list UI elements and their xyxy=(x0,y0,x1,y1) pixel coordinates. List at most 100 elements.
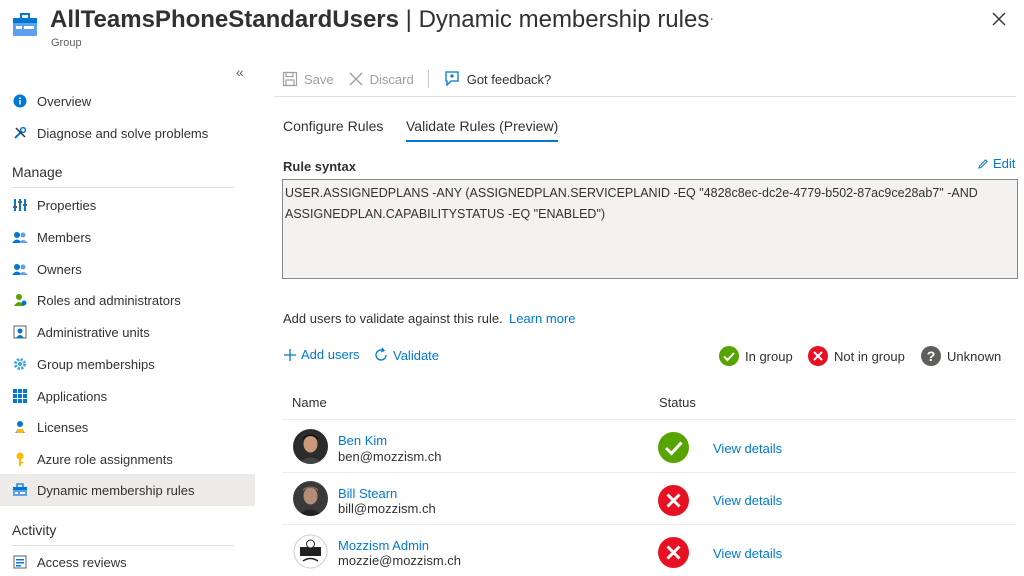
tab-configure-rules[interactable]: Configure Rules xyxy=(283,118,383,134)
save-label: Save xyxy=(304,71,334,87)
edit-label: Edit xyxy=(993,156,1016,171)
sidebar-item-dynamic-rules[interactable]: Dynamic membership rules xyxy=(0,474,255,506)
pencil-icon xyxy=(978,158,988,169)
page-title: AllTeamsPhoneStandardUsers | Dynamic mem… xyxy=(50,6,710,33)
legend-in-group: In group xyxy=(719,346,793,366)
sidebar-item-label: Azure role assignments xyxy=(37,451,173,467)
more-options-button[interactable]: ··· xyxy=(698,10,715,26)
view-details-link[interactable]: View details xyxy=(713,441,782,456)
sidebar-item-label: Administrative units xyxy=(37,324,150,340)
refresh-icon xyxy=(375,347,387,361)
feedback-button[interactable]: Got feedback? xyxy=(443,70,552,88)
toolbar-divider xyxy=(274,96,1016,97)
sidebar-item-applications[interactable]: Applications xyxy=(0,380,255,412)
check-circle-icon xyxy=(658,432,689,463)
check-circle-icon xyxy=(719,346,739,366)
admin-units-icon xyxy=(12,324,28,340)
column-header-name[interactable]: Name xyxy=(292,395,327,410)
sidebar-item-overview[interactable]: Overview xyxy=(0,85,255,117)
sidebar-item-diagnose[interactable]: Diagnose and solve problems xyxy=(0,117,255,149)
wrench-icon xyxy=(12,125,28,141)
licenses-icon xyxy=(12,419,28,435)
user-name-link[interactable]: Bill Stearn xyxy=(338,486,397,501)
sidebar-item-label: Licenses xyxy=(37,419,89,435)
svg-text:?: ? xyxy=(927,348,936,364)
add-users-label: Add users xyxy=(301,347,360,362)
roles-icon xyxy=(12,292,28,308)
close-icon[interactable] xyxy=(990,10,1008,28)
discard-icon xyxy=(349,72,363,86)
rule-syntax-label: Rule syntax xyxy=(283,159,356,174)
save-icon xyxy=(282,71,298,87)
toolbar: Save Discard Got feedback? xyxy=(282,66,565,92)
user-email: mozzie@mozzism.ch xyxy=(338,553,461,568)
sidebar-item-azure-roles[interactable]: Azure role assignments xyxy=(0,443,255,475)
view-details-link[interactable]: View details xyxy=(713,546,782,561)
divider xyxy=(12,187,234,188)
manage-heading: Manage xyxy=(12,164,63,180)
sidebar-item-admin-units[interactable]: Administrative units xyxy=(0,316,255,348)
add-users-button[interactable]: Add users xyxy=(283,347,360,362)
activity-heading: Activity xyxy=(12,522,57,538)
column-header-status[interactable]: Status xyxy=(659,395,696,410)
rule-syntax-line: USER.ASSIGNEDPLANS -ANY (ASSIGNEDPLAN.SE… xyxy=(285,186,978,200)
sidebar-item-label: Access reviews xyxy=(37,554,127,570)
plus-icon xyxy=(284,348,296,361)
validate-button[interactable]: Validate xyxy=(373,347,439,363)
key-icon xyxy=(12,451,28,467)
legend-not-in-group: Not in group xyxy=(808,346,905,366)
sidebar-item-roles[interactable]: Roles and administrators xyxy=(0,284,255,316)
validate-label: Validate xyxy=(393,347,440,363)
user-name-link[interactable]: Mozzism Admin xyxy=(338,538,429,553)
legend-label: Unknown xyxy=(947,348,1002,364)
user-name-link[interactable]: Ben Kim xyxy=(338,433,387,448)
properties-icon xyxy=(12,197,28,213)
sidebar-item-label: Group memberships xyxy=(37,356,155,372)
table-row-divider xyxy=(282,472,1016,473)
sidebar-item-label: Roles and administrators xyxy=(37,292,181,308)
sidebar-item-group-memberships[interactable]: Group memberships xyxy=(0,348,255,380)
sidebar-item-owners[interactable]: Owners xyxy=(0,253,255,285)
group-icon xyxy=(13,13,37,36)
sidebar-item-members[interactable]: Members xyxy=(0,221,255,253)
validate-intro: Add users to validate against this rule. xyxy=(283,311,503,326)
tab-validate-rules[interactable]: Validate Rules (Preview) xyxy=(406,118,559,142)
view-details-link[interactable]: View details xyxy=(713,493,782,508)
gear-icon xyxy=(12,356,28,372)
sidebar-item-label: Diagnose and solve problems xyxy=(37,125,209,141)
learn-more-link[interactable]: Learn more xyxy=(509,311,575,326)
sidebar-item-licenses[interactable]: Licenses xyxy=(0,411,255,443)
sidebar-item-label: Properties xyxy=(37,197,97,213)
rule-syntax-box[interactable]: USER.ASSIGNEDPLANS -ANY (ASSIGNEDPLAN.SE… xyxy=(282,179,1018,279)
error-circle-icon xyxy=(658,537,689,568)
dynamic-rules-icon xyxy=(12,482,28,498)
sidebar-item-label: Owners xyxy=(37,261,82,277)
sidebar-item-label: Dynamic membership rules xyxy=(37,482,195,498)
sidebar-item-properties[interactable]: Properties xyxy=(0,189,255,221)
feedback-icon xyxy=(445,71,459,87)
applications-icon xyxy=(12,388,28,404)
owners-icon xyxy=(12,261,28,277)
legend-unknown: ? Unknown xyxy=(921,346,1001,366)
question-circle-icon: ? xyxy=(921,346,941,366)
table-row-divider xyxy=(282,524,1016,525)
access-reviews-icon xyxy=(12,554,28,570)
collapse-sidebar-button[interactable]: « xyxy=(236,64,244,80)
legend-label: Not in group xyxy=(834,348,905,364)
avatar xyxy=(293,534,328,569)
toolbar-separator xyxy=(427,70,429,88)
user-email: bill@mozzism.ch xyxy=(338,501,436,516)
edit-rule-button[interactable]: Edit xyxy=(977,156,1015,171)
user-email: ben@mozzism.ch xyxy=(338,449,442,464)
sidebar-item-label: Members xyxy=(37,229,92,245)
avatar xyxy=(293,429,328,464)
discard-button[interactable]: Discard xyxy=(348,71,414,87)
info-icon xyxy=(12,93,28,109)
error-circle-icon xyxy=(658,485,689,516)
sidebar-item-access-reviews[interactable]: Access reviews xyxy=(0,546,255,576)
table-header-divider xyxy=(282,419,1016,420)
discard-label: Discard xyxy=(369,71,414,87)
members-icon xyxy=(12,229,28,245)
feedback-label: Got feedback? xyxy=(466,71,552,87)
save-button[interactable]: Save xyxy=(282,71,334,87)
